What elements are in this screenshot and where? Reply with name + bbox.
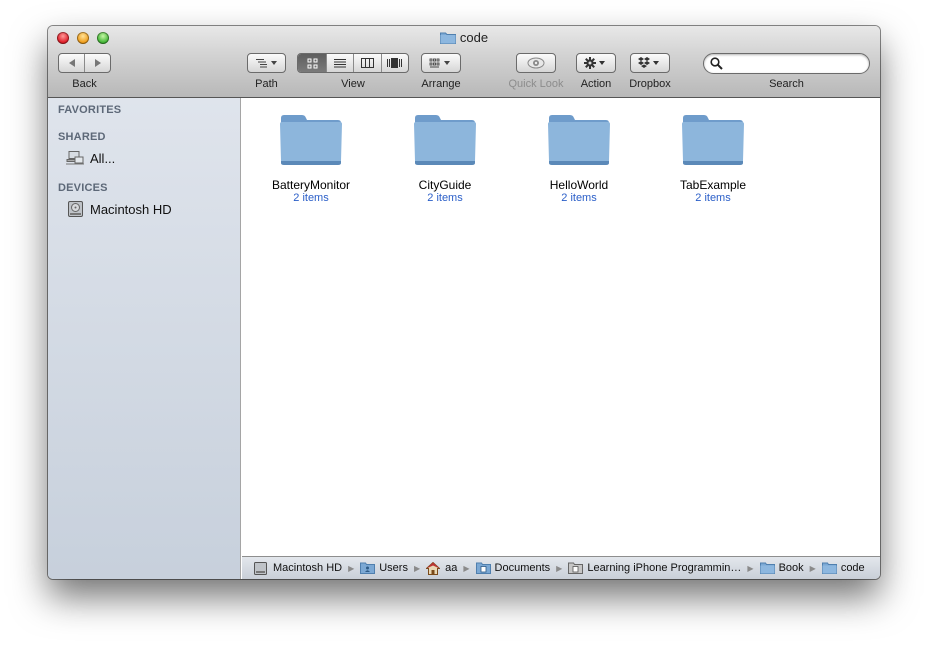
view-control bbox=[297, 53, 409, 73]
dropbox-icon bbox=[638, 57, 659, 68]
path-separator-icon: ▶ bbox=[809, 563, 816, 573]
documents-folder-icon bbox=[475, 562, 491, 575]
file-name: CityGuide bbox=[418, 178, 472, 192]
folder-icon bbox=[546, 114, 612, 166]
path-item-label: Users bbox=[379, 562, 408, 574]
quick-look-button[interactable] bbox=[516, 53, 556, 73]
path-bar: Macintosh HD ▶ Users ▶ aa ▶ Documents ▶ … bbox=[242, 556, 880, 579]
path-item-label: Learning iPhone Programmin… bbox=[587, 562, 742, 574]
sidebar-header-favorites: FAVORITES bbox=[58, 104, 122, 116]
path-item-macintosh-hd[interactable]: Macintosh HD bbox=[254, 561, 343, 575]
sidebar: FAVORITES SHARED All... DEVICES Macintos… bbox=[48, 98, 241, 579]
file-name: BatteryMonitor bbox=[271, 178, 351, 192]
back-button[interactable] bbox=[59, 54, 84, 72]
path-separator-icon: ▶ bbox=[348, 563, 355, 573]
gear-icon bbox=[584, 57, 605, 69]
search-field[interactable] bbox=[703, 53, 870, 74]
folder-icon bbox=[680, 114, 746, 166]
column-view-icon bbox=[361, 58, 375, 68]
arrange-label: Arrange bbox=[421, 78, 461, 90]
file-browser-icon-view: BatteryMonitor 2 items CityGuide 2 items… bbox=[242, 98, 880, 556]
back-forward-control bbox=[58, 53, 111, 73]
folder-item-batterymonitor[interactable]: BatteryMonitor 2 items bbox=[244, 114, 378, 204]
sidebar-item-label: Macintosh HD bbox=[90, 201, 172, 217]
path-icon bbox=[255, 59, 277, 68]
sidebar-item-label: All... bbox=[90, 150, 116, 166]
file-name: HelloWorld bbox=[549, 178, 609, 192]
view-label: View bbox=[341, 78, 365, 90]
sidebar-item-macintosh-hd[interactable]: Macintosh HD bbox=[66, 200, 172, 218]
path-item-label: Book bbox=[778, 562, 804, 574]
list-view-button[interactable] bbox=[326, 54, 353, 72]
folder-icon bbox=[412, 114, 478, 166]
arrange-icon bbox=[429, 58, 450, 68]
path-item-users[interactable]: Users bbox=[360, 562, 408, 575]
item-count: 2 items bbox=[561, 192, 597, 204]
path-item-label: Macintosh HD bbox=[273, 562, 343, 574]
folder-item-cityguide[interactable]: CityGuide 2 items bbox=[378, 114, 512, 204]
list-view-icon bbox=[334, 59, 347, 68]
back-arrow-icon bbox=[68, 59, 75, 67]
action-button[interactable] bbox=[576, 53, 616, 73]
column-view-button[interactable] bbox=[353, 54, 380, 72]
icon-view-icon bbox=[307, 58, 318, 68]
folder-document-icon bbox=[568, 562, 584, 575]
folder-item-helloworld[interactable]: HelloWorld 2 items bbox=[512, 114, 646, 204]
path-separator-icon: ▶ bbox=[413, 563, 421, 573]
users-folder-icon bbox=[360, 562, 376, 575]
search-label: Search bbox=[769, 78, 804, 90]
folder-icon bbox=[821, 562, 837, 575]
path-separator-icon: ▶ bbox=[556, 563, 563, 573]
toolbar: code Back Path View Arrange Quick Look A… bbox=[48, 26, 880, 98]
path-item-aa[interactable]: aa bbox=[426, 561, 458, 575]
path-separator-icon: ▶ bbox=[463, 563, 470, 573]
dropbox-label: Dropbox bbox=[629, 78, 671, 90]
hard-drive-icon bbox=[66, 201, 84, 217]
search-icon bbox=[710, 57, 723, 70]
path-item-book[interactable]: Book bbox=[759, 562, 804, 575]
path-item-documents[interactable]: Documents bbox=[475, 562, 551, 575]
sidebar-header-devices: DEVICES bbox=[58, 182, 108, 194]
path-item-label: aa bbox=[445, 562, 458, 574]
folder-icon bbox=[439, 31, 456, 47]
folder-icon bbox=[278, 114, 344, 166]
forward-arrow-icon bbox=[94, 59, 101, 67]
search-input[interactable] bbox=[724, 56, 868, 73]
arrange-button[interactable] bbox=[421, 53, 461, 73]
finder-window: code Back Path View Arrange Quick Look A… bbox=[48, 26, 880, 579]
path-item-learning-iphone-programming[interactable]: Learning iPhone Programmin… bbox=[568, 562, 741, 575]
file-name: TabExample bbox=[679, 178, 747, 192]
sidebar-header-shared: SHARED bbox=[58, 131, 106, 143]
icon-view-button[interactable] bbox=[298, 54, 327, 72]
forward-button[interactable] bbox=[84, 54, 110, 72]
eye-icon bbox=[527, 57, 545, 69]
cover-flow-view-button[interactable] bbox=[380, 54, 408, 72]
item-count: 2 items bbox=[695, 192, 731, 204]
folder-icon bbox=[759, 562, 775, 575]
back-label: Back bbox=[72, 78, 97, 90]
path-item-label: Documents bbox=[494, 562, 551, 574]
window-title: code bbox=[48, 30, 880, 47]
cover-flow-icon bbox=[387, 58, 403, 68]
hard-drive-icon bbox=[254, 561, 269, 575]
path-item-label: code bbox=[840, 562, 865, 574]
item-count: 2 items bbox=[427, 192, 463, 204]
sidebar-item-all[interactable]: All... bbox=[66, 149, 115, 167]
dropbox-button[interactable] bbox=[630, 53, 670, 73]
window-title-text: code bbox=[459, 30, 489, 45]
quick-look-label: Quick Look bbox=[508, 78, 564, 90]
folder-item-tabexample[interactable]: TabExample 2 items bbox=[646, 114, 780, 204]
network-computer-icon bbox=[66, 150, 84, 166]
home-icon bbox=[426, 561, 441, 575]
path-separator-icon: ▶ bbox=[747, 563, 754, 573]
path-button[interactable] bbox=[247, 53, 286, 73]
path-item-code[interactable]: code bbox=[821, 562, 865, 575]
item-count: 2 items bbox=[293, 192, 329, 204]
path-label: Path bbox=[255, 78, 278, 90]
action-label: Action bbox=[580, 78, 612, 90]
